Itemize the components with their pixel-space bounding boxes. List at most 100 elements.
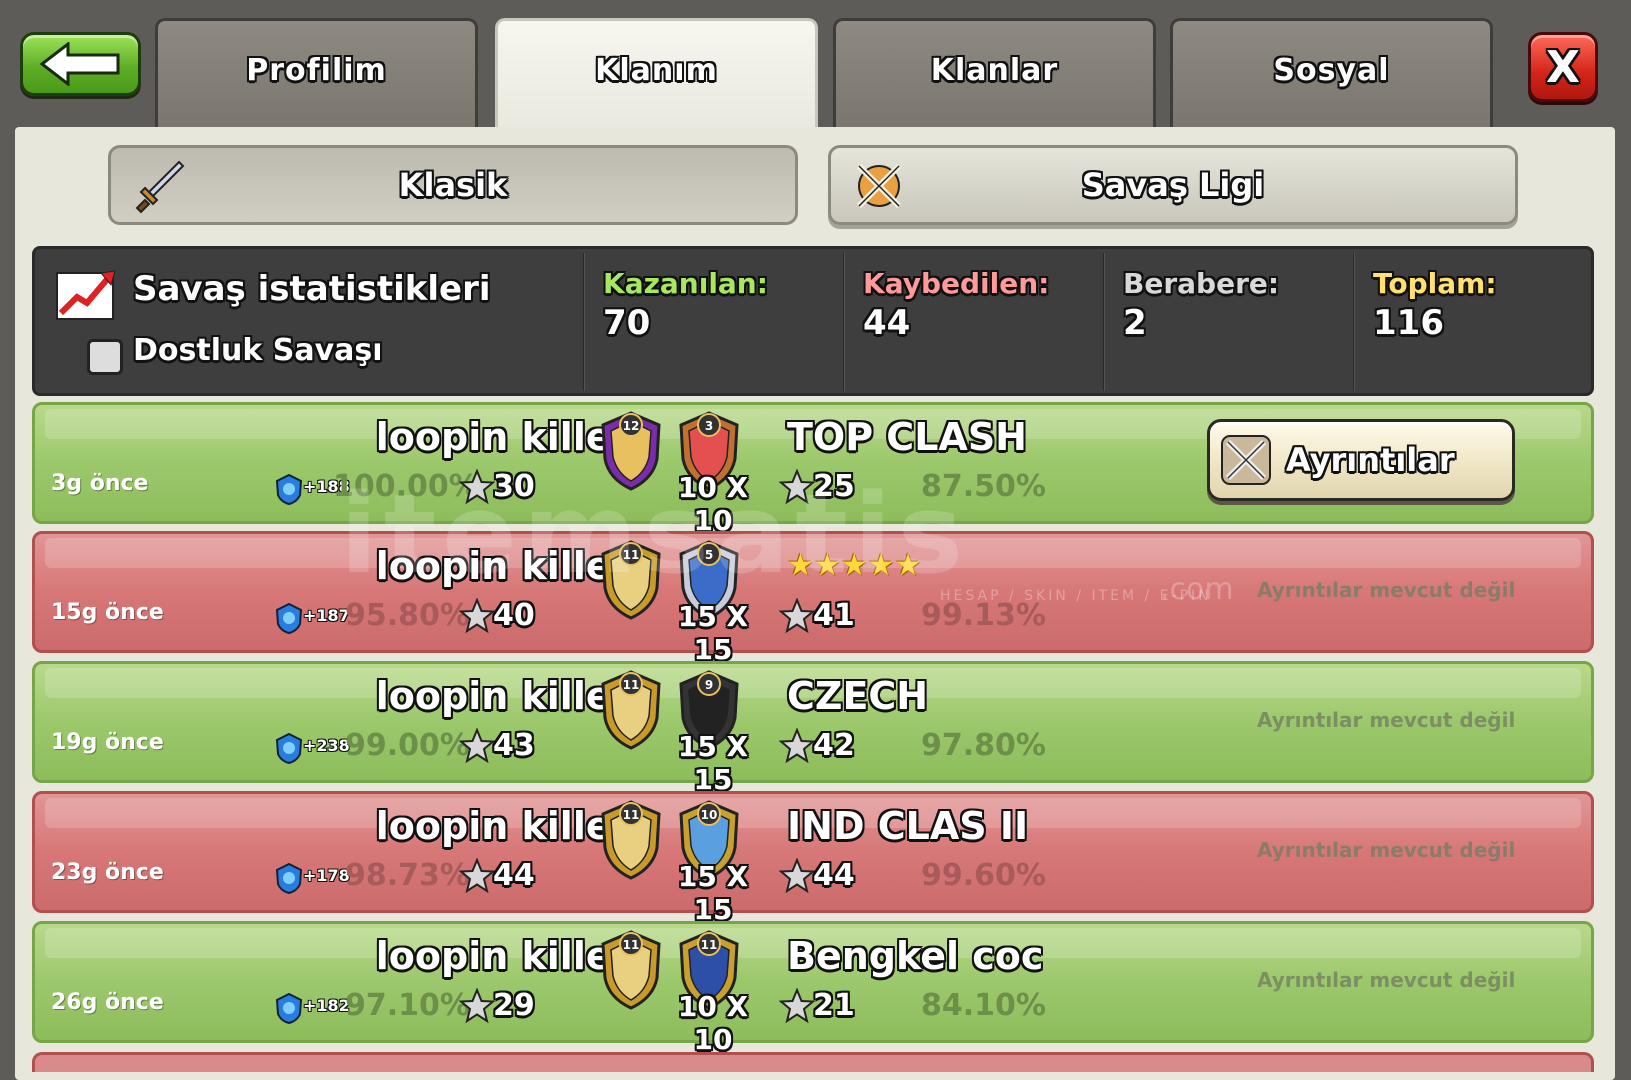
war-log-row[interactable]: 19g önce loopin killers 11 9 CZECH +238 … bbox=[32, 661, 1594, 796]
divider bbox=[583, 253, 585, 391]
opponent-destruction-pct: 97.80% bbox=[921, 728, 1046, 763]
total-label: Toplam: bbox=[1373, 267, 1497, 300]
tab-sosyal[interactable]: Sosyal bbox=[1170, 18, 1493, 130]
opponent-destruction-pct: 84.10% bbox=[921, 988, 1046, 1023]
friendly-war-checkbox[interactable] bbox=[87, 339, 123, 375]
tab-klanim[interactable]: Klanım bbox=[495, 18, 818, 136]
badge-level: 11 bbox=[623, 938, 640, 952]
opponent-stars-count: 44 bbox=[813, 858, 855, 893]
won-value: 70 bbox=[603, 303, 651, 343]
star-icon bbox=[779, 728, 815, 764]
clan-stars-count: 30 bbox=[493, 469, 535, 504]
lost-value: 44 bbox=[863, 303, 911, 343]
stats-title: Savaş istatistikleri bbox=[133, 269, 491, 309]
badge-level: 5 bbox=[705, 548, 713, 562]
war-stats-bar: Savaş istatistikleri Dostluk Savaşı Kaza… bbox=[32, 246, 1594, 396]
tab-profilim[interactable]: Profilim bbox=[155, 18, 478, 130]
clan-stars-count: 29 bbox=[493, 988, 535, 1023]
opponent-stars-count: 42 bbox=[813, 728, 855, 763]
clan-stars-count: 40 bbox=[493, 598, 535, 633]
clan-destruction-pct: 95.80% bbox=[345, 598, 470, 633]
war-size: 10 X 10 bbox=[677, 471, 749, 537]
divider bbox=[843, 253, 845, 391]
war-time-ago: 26g önce bbox=[51, 990, 164, 1015]
subtab-war-league[interactable]: Savaş Ligi bbox=[828, 145, 1518, 225]
war-time-ago: 19g önce bbox=[51, 730, 164, 755]
subtab-classic[interactable]: Klasik bbox=[108, 145, 798, 225]
badge-level: 9 bbox=[705, 678, 713, 692]
xp-shield-icon bbox=[275, 473, 303, 505]
war-log-row[interactable]: 15g önce loopin killers 11 5 ★★★★★ +187 … bbox=[32, 531, 1594, 666]
divider bbox=[1353, 253, 1355, 391]
badge-level: 10 bbox=[701, 808, 718, 822]
war-size: 15 X 15 bbox=[677, 600, 749, 666]
opponent-name: TOP CLASH bbox=[787, 415, 1027, 459]
star-icon bbox=[459, 598, 495, 634]
opponent-stars-count: 21 bbox=[813, 988, 855, 1023]
back-button[interactable] bbox=[20, 32, 141, 96]
opponent-destruction-pct: 87.50% bbox=[921, 469, 1046, 504]
lost-label: Kaybedilen: bbox=[863, 267, 1050, 300]
xp-shield-icon bbox=[275, 992, 303, 1024]
divider bbox=[1103, 253, 1105, 391]
xp-gain: +182 bbox=[303, 996, 350, 1015]
badge-level: 11 bbox=[623, 678, 640, 692]
close-button[interactable]: X bbox=[1528, 32, 1598, 102]
subtab-label: Klasik bbox=[398, 166, 508, 204]
badge-level: 11 bbox=[623, 808, 640, 822]
badge-level: 12 bbox=[623, 419, 640, 433]
war-log-row[interactable]: 26g önce loopin killers 11 11 Bengkel co… bbox=[32, 921, 1594, 1056]
clan-destruction-pct: 98.73% bbox=[345, 858, 470, 893]
clan-destruction-pct: 97.10% bbox=[345, 988, 470, 1023]
friendly-war-label: Dostluk Savaşı bbox=[133, 333, 383, 368]
war-log-row[interactable]: 23g önce loopin killers 11 10 IND CLAS I… bbox=[32, 791, 1594, 926]
watermark-suffix: .com bbox=[1160, 572, 1234, 607]
arrow-left-icon bbox=[39, 42, 119, 86]
crossed-swords-icon bbox=[856, 163, 902, 209]
war-size: 10 X 10 bbox=[677, 990, 749, 1056]
star-icon bbox=[459, 728, 495, 764]
tab-label: Sosyal bbox=[1273, 53, 1390, 88]
opponent-stars-count: 25 bbox=[813, 469, 855, 504]
star-icon bbox=[459, 858, 495, 894]
xp-shield-icon bbox=[275, 862, 303, 894]
tab-label: Klanım bbox=[595, 53, 718, 88]
badge-level: 11 bbox=[701, 938, 718, 952]
star-icon bbox=[779, 469, 815, 505]
clan-stars-count: 43 bbox=[493, 728, 535, 763]
no-details-text: Ayrıntılar mevcut değil bbox=[1257, 578, 1516, 602]
star-icon bbox=[779, 858, 815, 894]
star-icon bbox=[459, 469, 495, 505]
no-details-text: Ayrıntılar mevcut değil bbox=[1257, 838, 1516, 862]
war-size: 15 X 15 bbox=[677, 860, 749, 926]
won-label: Kazanılan: bbox=[603, 267, 768, 300]
star-icon bbox=[779, 598, 815, 634]
badge-level: 3 bbox=[705, 419, 713, 433]
tab-label: Profilim bbox=[246, 53, 387, 88]
xp-gain: +178 bbox=[303, 866, 350, 885]
clan-stars-count: 44 bbox=[493, 858, 535, 893]
xp-gain: +238 bbox=[303, 736, 350, 755]
war-time-ago: 3g önce bbox=[51, 471, 149, 496]
total-value: 116 bbox=[1373, 303, 1444, 343]
opponent-name: Bengkel coc bbox=[787, 934, 1044, 978]
badge-level: 11 bbox=[623, 548, 640, 562]
opponent-destruction-pct: 99.60% bbox=[921, 858, 1046, 893]
details-button[interactable]: Ayrıntılar bbox=[1207, 419, 1515, 501]
star-icon bbox=[779, 988, 815, 1024]
opponent-name: CZECH bbox=[787, 674, 929, 718]
sword-icon bbox=[135, 160, 185, 214]
chart-up-icon bbox=[56, 270, 116, 320]
war-size: 15 X 15 bbox=[677, 730, 749, 796]
no-details-text: Ayrıntılar mevcut değil bbox=[1257, 708, 1516, 732]
no-details-text: Ayrıntılar mevcut değil bbox=[1257, 968, 1516, 992]
close-icon: X bbox=[1546, 41, 1580, 93]
tab-label: Klanlar bbox=[930, 53, 1059, 88]
war-log-row[interactable]: 3g önce loopin killers 12 3 TOP CLASH +1… bbox=[32, 402, 1594, 537]
opponent-stars-count: 41 bbox=[813, 598, 855, 633]
xp-shield-icon bbox=[275, 732, 303, 764]
crossed-swords-icon bbox=[1221, 435, 1271, 485]
xp-shield-icon bbox=[275, 602, 303, 634]
tab-klanlar[interactable]: Klanlar bbox=[833, 18, 1156, 130]
war-row-partial bbox=[32, 1052, 1594, 1072]
